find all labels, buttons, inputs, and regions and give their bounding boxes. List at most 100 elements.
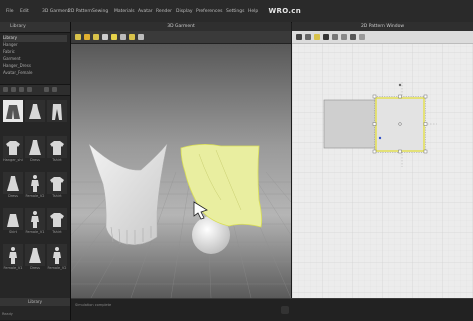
grid-view-icon[interactable] <box>11 87 16 92</box>
library-item[interactable]: Tshirt <box>47 136 67 168</box>
library-item[interactable]: Female_V2 <box>47 244 67 276</box>
library-item[interactable] <box>3 100 23 132</box>
refresh-icon[interactable] <box>27 87 32 92</box>
tree-item[interactable]: Hanger_Dress <box>3 63 67 70</box>
rotate-handle[interactable] <box>398 83 402 87</box>
skirt-icon <box>3 208 23 230</box>
menu-materials[interactable]: Materials <box>114 9 135 14</box>
2d-tool-icon[interactable] <box>359 34 365 40</box>
library-item[interactable]: Tshirt <box>47 172 67 204</box>
pattern-canvas[interactable] <box>292 22 473 298</box>
library-item[interactable]: Skirt <box>3 208 23 240</box>
library-item-label: Dress <box>8 194 18 198</box>
2d-pattern-viewport[interactable]: 2D Pattern Window <box>292 22 473 298</box>
menu-help[interactable]: Help <box>248 9 258 14</box>
library-item[interactable]: Hanger_shirt <box>3 136 23 168</box>
avatar-icon <box>3 244 23 266</box>
library-item[interactable] <box>25 100 45 132</box>
library-item-label: Skirt <box>8 230 18 234</box>
3d-tool-icon[interactable] <box>84 34 90 40</box>
library-item[interactable]: Dress <box>25 136 45 168</box>
library-item[interactable]: Female_V2 <box>25 172 45 204</box>
3d-tool-icon[interactable] <box>93 34 99 40</box>
dress-icon <box>25 100 45 122</box>
dress-icon <box>3 172 23 194</box>
menu-render[interactable]: Render <box>156 9 172 14</box>
2d-tool-icon[interactable] <box>332 34 338 40</box>
library-status: Ready <box>2 312 13 316</box>
list-view-icon[interactable] <box>3 87 8 92</box>
menu-bar: File Edit 3D Garment 2D Pattern Sewing M… <box>0 0 473 23</box>
library-item[interactable]: Female_V1 <box>3 244 23 276</box>
library-panel: Library Library Hanger Fabric Garment Ha… <box>0 22 71 320</box>
avatar-icon <box>25 172 45 194</box>
library-item-label: Tshirt <box>52 158 62 162</box>
library-item[interactable]: Tshirt <box>47 208 67 240</box>
library-item[interactable] <box>47 100 67 132</box>
library-item-label: Female_V1 <box>3 266 23 270</box>
2d-tool-icon[interactable] <box>296 34 302 40</box>
library-item[interactable]: Dress <box>25 244 45 276</box>
library-button[interactable]: Library <box>0 298 70 306</box>
2d-toolbar <box>292 31 473 44</box>
library-item[interactable]: Female_V1 <box>25 208 45 240</box>
3d-tool-icon[interactable] <box>102 34 108 40</box>
library-item-label: Dress <box>30 266 40 270</box>
dress-icon <box>25 244 45 266</box>
pants-icon <box>47 100 67 122</box>
menu-settings[interactable]: Settings <box>226 9 244 14</box>
library-item-label: Tshirt <box>52 194 62 198</box>
zoom-in-icon[interactable] <box>52 87 57 92</box>
3d-tool-icon[interactable] <box>111 34 117 40</box>
menu-2d-pattern[interactable]: 2D Pattern <box>68 9 92 14</box>
tree-item[interactable]: Avatar_Female <box>3 70 67 77</box>
menu-edit[interactable]: Edit <box>20 9 29 14</box>
dress-icon <box>25 136 45 158</box>
3d-tool-icon[interactable] <box>120 34 126 40</box>
menu-preferences[interactable]: Preferences <box>196 9 222 14</box>
shirt-icon <box>47 136 67 158</box>
2d-tool-icon[interactable] <box>305 34 311 40</box>
3d-tool-icon[interactable] <box>138 34 144 40</box>
2d-tool-icon[interactable] <box>350 34 356 40</box>
library-item-label: Female_V2 <box>47 266 67 270</box>
library-item-label: Hanger_shirt <box>3 158 23 162</box>
folder-icon[interactable] <box>19 87 24 92</box>
library-tree: Library Hanger Fabric Garment Hanger_Dre… <box>0 33 70 84</box>
2d-tool-icon[interactable] <box>341 34 347 40</box>
library-toolbar <box>0 84 70 96</box>
2d-tool-icon[interactable] <box>314 34 320 40</box>
tree-item[interactable]: Library <box>3 35 67 42</box>
2d-tool-icon[interactable] <box>323 34 329 40</box>
library-item-label: Female_V2 <box>25 194 45 198</box>
menu-3d-garment[interactable]: 3D Garment <box>42 9 70 14</box>
library-header: Library <box>0 22 70 33</box>
pin-point[interactable] <box>378 136 382 140</box>
library-item-label: Dress <box>30 158 40 162</box>
3d-scene[interactable] <box>71 22 291 298</box>
jacket-icon <box>3 100 23 122</box>
menu-file[interactable]: File <box>6 9 14 14</box>
menu-display[interactable]: Display <box>176 9 193 14</box>
panel-grip-icon[interactable] <box>281 306 289 314</box>
status-text: Simulation complete <box>75 303 112 307</box>
3d-viewport[interactable]: 3D Garment <box>71 22 291 298</box>
tree-item[interactable]: Garment <box>3 56 67 63</box>
tree-item[interactable]: Hanger <box>3 42 67 49</box>
pattern-piece-selected[interactable] <box>375 97 425 152</box>
library-item-label: Tshirt <box>52 230 62 234</box>
3d-tool-icon[interactable] <box>75 34 81 40</box>
bottom-bar: Simulation complete <box>71 298 473 321</box>
shirt-icon <box>47 208 67 230</box>
3d-tool-icon[interactable] <box>129 34 135 40</box>
shirt-icon <box>47 172 67 194</box>
library-item[interactable]: Dress <box>3 172 23 204</box>
3d-toolbar <box>71 31 291 44</box>
avatar-icon <box>25 208 45 230</box>
menu-avatar[interactable]: Avatar <box>138 9 153 14</box>
zoom-out-icon[interactable] <box>44 87 49 92</box>
menu-sewing[interactable]: Sewing <box>92 9 108 14</box>
library-item-label: Female_V1 <box>25 230 45 234</box>
pattern-piece[interactable] <box>323 99 379 149</box>
tree-item[interactable]: Fabric <box>3 49 67 56</box>
